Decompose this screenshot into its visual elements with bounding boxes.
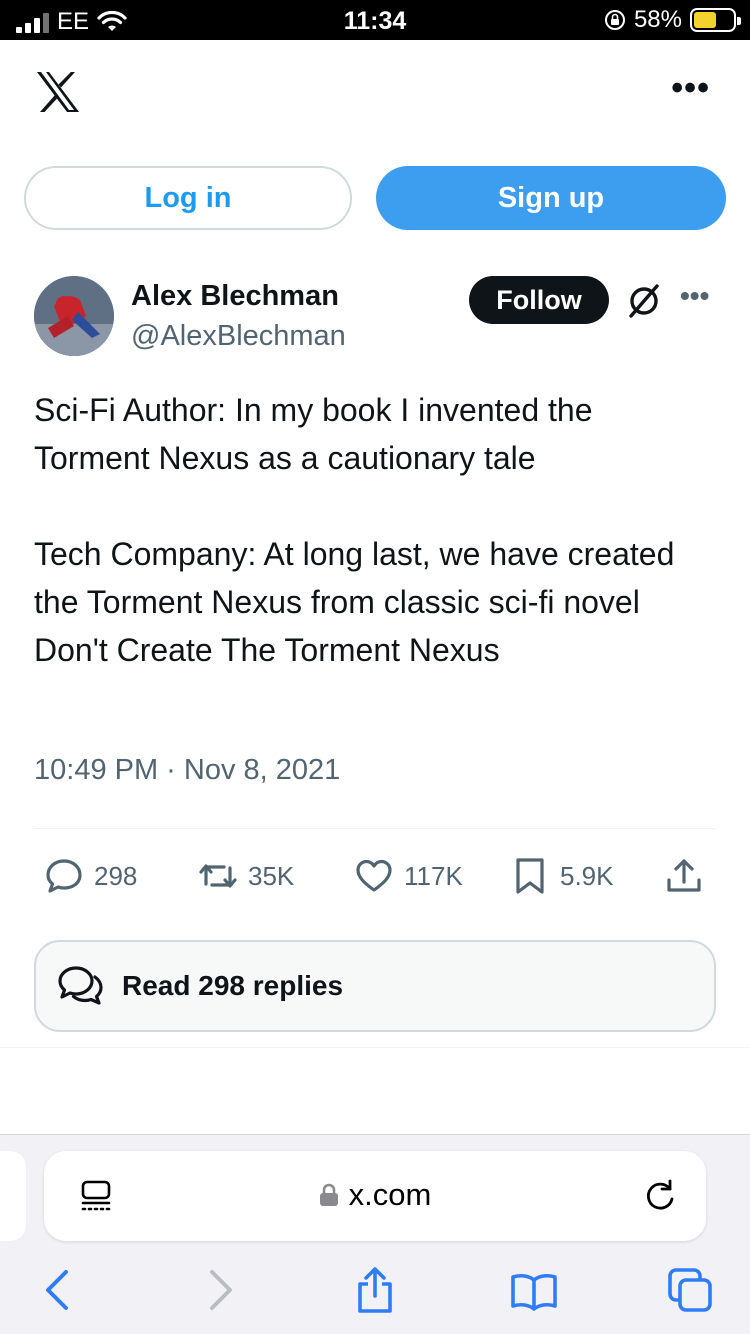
divider xyxy=(34,828,716,829)
tabs-icon[interactable] xyxy=(666,1266,714,1314)
back-icon[interactable] xyxy=(34,1266,82,1314)
bookmarks-icon[interactable] xyxy=(510,1266,558,1314)
heart-icon xyxy=(356,859,392,892)
author-name[interactable]: Alex Blechman xyxy=(131,280,339,313)
battery-icon xyxy=(690,8,741,32)
read-replies-button[interactable]: Read 298 replies xyxy=(34,940,716,1032)
bookmark-count: 5.9K xyxy=(560,860,614,891)
tweet-timestamp[interactable]: 10:49 PM · Nov 8, 2021 xyxy=(34,754,340,787)
read-replies-label: Read 298 replies xyxy=(122,970,344,1001)
previous-tab-peek[interactable] xyxy=(0,1151,26,1241)
tweet-paragraph: Tech Company: At long last, we have crea… xyxy=(34,536,675,668)
repost-count: 35K xyxy=(248,860,295,891)
url-text: x.com xyxy=(348,1177,432,1212)
forward-icon[interactable] xyxy=(196,1266,244,1314)
battery-percent: 58% xyxy=(633,6,682,33)
share-icon xyxy=(667,859,701,892)
avatar-image xyxy=(34,276,114,356)
tweet-text: Sci-Fi Author: In my book I invented the… xyxy=(34,386,714,674)
orientation-lock-icon xyxy=(604,10,625,30)
author-handle[interactable]: @AlexBlechman xyxy=(131,320,346,353)
reply-icon xyxy=(46,859,82,893)
grok-icon[interactable] xyxy=(626,283,662,319)
share-button[interactable] xyxy=(664,856,704,896)
status-bar-right: 58% xyxy=(604,6,741,34)
bookmark-button[interactable]: 5.9K xyxy=(510,856,614,896)
reply-button[interactable]: 298 xyxy=(44,856,137,896)
status-bar: EE 11:34 58% xyxy=(0,0,750,40)
like-count: 117K xyxy=(404,860,463,891)
reload-icon[interactable] xyxy=(642,1177,678,1215)
replies-icon xyxy=(58,966,103,1005)
share-sheet-icon[interactable] xyxy=(351,1266,399,1314)
signup-button[interactable]: Sign up xyxy=(376,166,726,230)
avatar[interactable] xyxy=(34,276,114,356)
more-options-icon[interactable]: ••• xyxy=(671,71,710,105)
tweet-paragraph: Sci-Fi Author: In my book I invented the… xyxy=(34,392,593,476)
reply-count: 298 xyxy=(94,860,138,891)
like-button[interactable]: 117K xyxy=(354,856,463,896)
login-button[interactable]: Log in xyxy=(24,166,352,230)
url-display[interactable]: x.com xyxy=(44,1177,706,1213)
lock-icon xyxy=(319,1183,338,1206)
divider xyxy=(0,1047,750,1048)
x-logo-icon[interactable] xyxy=(34,70,82,114)
repost-icon xyxy=(199,864,237,888)
follow-button[interactable]: Follow xyxy=(469,276,609,324)
address-bar[interactable]: x.com xyxy=(44,1151,706,1241)
bookmark-icon xyxy=(516,858,544,894)
repost-button[interactable]: 35K xyxy=(198,856,294,896)
tweet-more-icon[interactable]: ••• xyxy=(680,282,709,310)
